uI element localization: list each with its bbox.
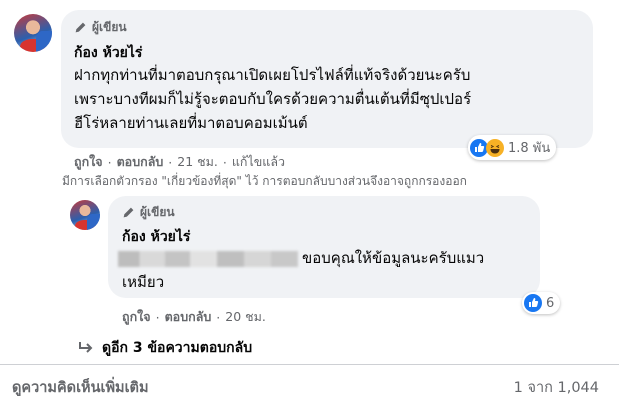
pencil-icon — [75, 22, 86, 33]
comment-line-2: เพราะบางทีผมก็ไม่รู้จะตอบกับใครด้วยความต… — [74, 90, 472, 108]
divider — [0, 364, 619, 365]
reply-reply-button[interactable]: ตอบกลับ — [165, 307, 212, 327]
comment-reaction-count: 1.8 พัน — [508, 141, 551, 156]
reply-actions: ถูกใจ · ตอบกลับ · 20 ชม. — [122, 307, 266, 327]
comment-author-name[interactable]: ก้อง ห้วยไร่ — [74, 42, 142, 64]
view-more-comments-link[interactable]: ดูความคิดเห็นเพิ่มเติม — [12, 376, 149, 399]
comment-reactions[interactable]: 1.8 พัน — [468, 135, 557, 160]
edited-label[interactable]: แก้ไขแล้ว — [232, 152, 285, 172]
comment-line-1: ฝากทุกท่านที่มาตอบกรุณาเปิดเผยโปรไฟล์ที่… — [74, 66, 471, 84]
haha-reaction-icon — [486, 138, 504, 157]
reply-button[interactable]: ตอบกลับ — [117, 152, 164, 172]
comment-count: 1 จาก 1,044 — [513, 380, 599, 396]
reply-author-badge-label: ผู้เขียน — [140, 205, 175, 219]
reply-like-button[interactable]: ถูกใจ — [122, 307, 151, 327]
comment-actions: ถูกใจ · ตอบกลับ · 21 ชม. · แก้ไขแล้ว — [74, 152, 285, 172]
reply-reactions[interactable]: 6 — [522, 292, 561, 314]
reply-line-1: ขอบคุณให้ข้อมูลนะครับแมว — [118, 247, 484, 269]
reply-author-badge: ผู้เขียน — [122, 203, 175, 222]
reply-timestamp[interactable]: 20 ชม. — [225, 307, 266, 327]
like-button[interactable]: ถูกใจ — [74, 152, 103, 172]
like-reaction-icon — [524, 294, 542, 312]
comment-timestamp[interactable]: 21 ชม. — [177, 152, 218, 172]
pencil-icon — [123, 207, 134, 218]
reply-line-2: เหมียว — [122, 273, 165, 291]
comment-line-3: ฮีโร่หลายท่านเลยที่มาตอบคอมเม้นต์ — [74, 114, 308, 132]
view-more-replies-label[interactable]: ดูอีก 3 ข้อความตอบกลับ — [102, 337, 252, 359]
reply-reaction-count: 6 — [546, 295, 555, 311]
view-more-replies-button[interactable]: ดูอีก 3 ข้อความตอบกลับ — [78, 337, 252, 359]
reply-author-name[interactable]: ก้อง ห้วยไร่ — [122, 226, 190, 248]
blurred-mention — [118, 250, 298, 267]
author-badge-label: ผู้เขียน — [92, 20, 127, 34]
reply-author-avatar[interactable] — [70, 200, 100, 230]
reply-text: ขอบคุณให้ข้อมูลนะครับแมว — [302, 249, 485, 267]
author-avatar[interactable] — [14, 14, 52, 52]
filter-note: มีการเลือกตัวกรอง "เกี่ยวข้องที่สุด" ไว้… — [62, 174, 467, 188]
author-badge: ผู้เขียน — [74, 18, 127, 37]
reply-arrow-icon — [79, 342, 93, 353]
